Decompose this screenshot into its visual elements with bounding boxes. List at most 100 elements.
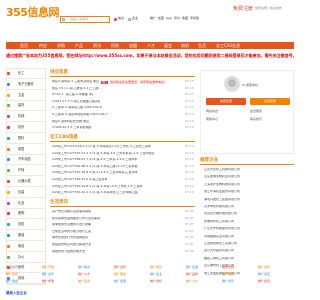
nav-cas[interactable]: 化工CAS信息 — [216, 42, 240, 49]
tab-company-radio[interactable] — [128, 17, 131, 21]
supply-row[interactable]: 供应 C3-(-1-基)乙酰基(1:1)二乙酸 … — [52, 87, 172, 91]
top-link-3[interactable]: 评价 — [174, 16, 180, 21]
footer-link[interactable]: 推广会员 — [258, 279, 270, 284]
nav-join[interactable]: 加盟 — [129, 42, 137, 49]
nav-invest[interactable]: 招商 — [111, 42, 119, 49]
sidebar-item[interactable]: 照明 — [6, 208, 46, 220]
news-row[interactable]: 如何选择合适的搬家公司与注意事项 — [52, 217, 172, 221]
news-row[interactable]: 健康饮食习惯的养成方法 — [52, 250, 172, 254]
footer-link[interactable]: 推广资讯 — [42, 272, 54, 277]
cas-row[interactable]: CAS化工号1477318-27-0 4-溴乙氧基苯 — [52, 178, 172, 182]
card-link-0[interactable]: 网站动态 — [206, 109, 218, 114]
cas-row[interactable]: CAS化工号1477306-87-7 2-(2-溴-4,5-二甲基-1,3,2-… — [52, 158, 172, 162]
company-row[interactable]: 江西新和成化工有限公司 — [204, 242, 292, 246]
company-row[interactable]: 福建三明化工有限公司 — [204, 257, 292, 261]
footer-link[interactable]: 推广招商 — [78, 279, 90, 284]
nav-life[interactable]: 生活 — [198, 42, 206, 49]
card-link-3[interactable]: 联系我们 — [250, 117, 262, 122]
nav-expo[interactable]: 展会 — [164, 42, 172, 49]
sidebar-item[interactable]: 机械 — [6, 111, 46, 123]
footer-link[interactable]: 推广人才 — [186, 279, 198, 284]
cas-row[interactable]: CAS化工号1477307-07-2 2-(3-氯-5-甲基-4,5-二甲氧苯基… — [52, 152, 172, 156]
cas-row[interactable]: CAS化工号14716-46-4 2-(2-氯-3-甲基吡啶)-4,5-二甲氧 … — [52, 145, 172, 149]
company-row[interactable]: 安徽中科化工有限公司 — [204, 220, 292, 224]
footer-link[interactable]: 生活资讯 — [6, 265, 18, 270]
footer-link[interactable]: 服务支持 — [222, 265, 234, 270]
news-row[interactable]: 房产登记流程与注意事项指南 — [52, 210, 172, 214]
nav-talent[interactable]: 人才 — [147, 42, 155, 49]
company-row[interactable]: 河南银鸽实业有限公司 — [204, 235, 292, 239]
sidebar-item[interactable]: 塑料 — [6, 133, 46, 144]
cas-row[interactable]: CAS化工号1477329-24-8 2-(2-溴-3-甲基)-4,5-二甲氧-… — [52, 185, 172, 189]
supply-row[interactable]: 供应2-溴甲基-3-三氟甲基吡啶 信息 — [52, 80, 172, 84]
sidebar-item[interactable]: 包装 — [6, 187, 46, 198]
sidebar-item[interactable]: 办公 — [6, 252, 46, 263]
sidebar-item[interactable]: 家居 — [6, 144, 46, 155]
footer-link[interactable]: 推广资讯 — [222, 279, 234, 284]
top-link-4[interactable]: 收藏 — [182, 16, 188, 21]
supply-row[interactable]: 5-二氟苯-3-溴基苯吡啶甲酸 126C4-66-7 — [52, 113, 172, 117]
sidebar-item[interactable]: 仪器仪表 — [6, 176, 46, 187]
company-row[interactable]: 上海源叶生物科技有限公司 — [204, 183, 292, 187]
news-row[interactable]: 日常生活中的节能小技巧汇总 — [52, 230, 172, 234]
footer-link[interactable]: 推广求购 — [42, 279, 54, 284]
nav-product[interactable]: 产品 — [75, 42, 83, 49]
footer-link[interactable]: 推广服务 — [222, 272, 234, 277]
cas-row[interactable]: CAS化工号1477330-19-1 2-(2-溴-3-甲基苯氧)乙二醇甲酸乙酯 — [52, 191, 172, 195]
company-row[interactable]: 山东潍坊化工有限公司 — [204, 264, 292, 268]
sidebar-item[interactable]: 食品 — [6, 241, 46, 252]
company-row[interactable]: 湖北兴发化工集团有限公司 — [204, 198, 292, 202]
company-row[interactable]: 四川天华股份有限公司 — [204, 249, 292, 253]
supply-row[interactable]: 供应5-溴苯吡啶化合物 信息 — [52, 120, 172, 124]
news-row[interactable]: 家庭装修常见问题与解决方法 — [52, 243, 172, 247]
sidebar-item[interactable]: 五金 — [6, 90, 46, 101]
nav-biz[interactable]: 商机 — [181, 42, 189, 49]
search-input[interactable]: 请输入关键词 — [60, 16, 110, 23]
tab-info[interactable]: 信息 — [118, 16, 124, 21]
footer-link[interactable]: 推广供应 — [258, 272, 270, 277]
site-logo[interactable]: 355信息网 — [6, 6, 59, 20]
company-row[interactable]: 山东金城生物药业有限公司 — [204, 175, 292, 179]
footer-link[interactable]: 推广展会 — [6, 279, 18, 284]
sidebar-item[interactable]: 安防 — [6, 219, 46, 231]
login-button[interactable]: 会员登录 — [250, 98, 290, 105]
footer-link[interactable]: 推广人才 — [78, 272, 90, 277]
footer-link[interactable]: 推广商机 — [258, 265, 270, 270]
footer-link[interactable]: 推广供应 — [150, 265, 162, 270]
nav-home[interactable]: 首页 — [20, 42, 28, 49]
news-row[interactable]: 城市交通出行方式选择建议 — [52, 236, 172, 240]
supply-row[interactable]: 5-二氟苯-3-溴甲基乙酸 126C4-66-9 — [52, 106, 172, 110]
footer-link[interactable]: 推广供应 — [6, 272, 18, 277]
footer-link[interactable]: 推广联系 — [78, 265, 90, 270]
news-row[interactable]: 夏季旅游景点推荐与出行攻略 — [52, 223, 172, 227]
supply-row[interactable]: 67-91-1 -溴乙酯-2-甲酸酯 (纯 … — [52, 93, 172, 97]
company-row[interactable]: 北京百灵威科技有限公司 — [204, 212, 292, 216]
company-row[interactable]: 江苏方达化工科技有限公司 — [204, 168, 292, 172]
nav-news[interactable]: 资讯 — [93, 42, 101, 49]
free-register-link[interactable]: 免费注册 — [233, 6, 253, 13]
sidebar-item[interactable]: 化工 — [6, 68, 46, 79]
sidebar-item[interactable]: 服装 — [6, 230, 46, 241]
sidebar-item[interactable]: 环保 — [6, 165, 46, 177]
nav-buy[interactable]: 求购 — [57, 42, 65, 49]
company-row[interactable]: 广东光华科技股份有限公司 — [204, 227, 292, 231]
footer-link[interactable]: 推广展会 — [114, 272, 126, 277]
sidebar-item[interactable]: 建材 — [6, 100, 46, 112]
top-link-1[interactable]: 加盟 — [158, 16, 164, 21]
company-row[interactable]: 天津中化科技有限公司 — [204, 205, 292, 209]
top-link-5[interactable]: 手机版 — [190, 16, 199, 21]
sidebar-item[interactable]: 汽车用品 — [6, 154, 46, 166]
cas-row[interactable]: CAS化工号1477301-86-4 2-(2-溴-3-甲基乙酸)-1,3,5二… — [52, 165, 172, 169]
sidebar-item[interactable]: 电子元器件 — [6, 79, 46, 90]
footer-link[interactable]: 推广开放 — [42, 265, 54, 270]
sidebar-item[interactable]: 礼品 — [6, 198, 46, 209]
company-row[interactable]: 浙江龙盛集团股份有限公司 — [204, 272, 292, 276]
cas-row[interactable]: CAS化工号1477315-18-8 5-溴-2-(2-4-5-二氯甲苯基)三氟… — [52, 171, 172, 175]
footer-link[interactable]: 推广商机 — [150, 279, 162, 284]
register-button[interactable]: 免费注册 — [206, 98, 246, 105]
footer-link[interactable]: 推广企业 — [150, 272, 162, 277]
footer-link[interactable]: 推广加盟 — [114, 279, 126, 284]
company-row[interactable]: 浙江华海药业股份有限公司 — [204, 190, 292, 194]
top-link-0[interactable]: 推广 — [150, 16, 156, 21]
card-link-2[interactable]: 帮助中心 — [206, 117, 218, 122]
